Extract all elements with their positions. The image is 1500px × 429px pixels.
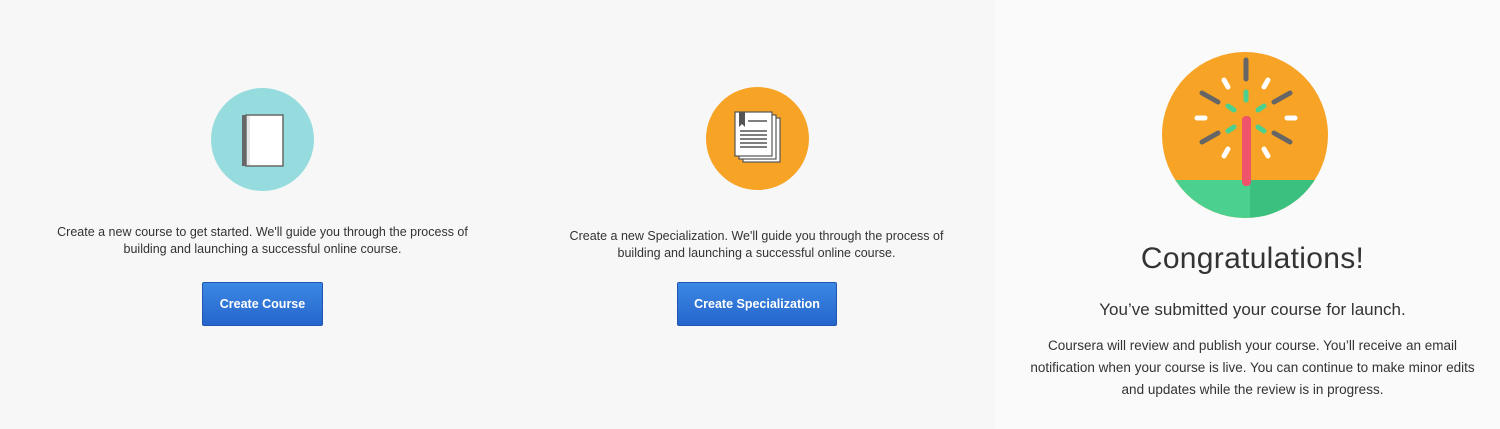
create-course-button[interactable]: Create Course	[202, 282, 323, 326]
book-icon	[211, 88, 314, 191]
congratulations-title: Congratulations!	[1140, 242, 1365, 275]
launch-firework-icon	[1162, 52, 1328, 218]
create-specialization-panel: Create a new Specialization. We'll guide…	[500, 0, 1013, 429]
create-specialization-button[interactable]: Create Specialization	[677, 282, 837, 326]
congratulations-panel: Congratulations! You’ve submitted your c…	[995, 0, 1500, 429]
create-course-description: Create a new course to get started. We'l…	[57, 225, 468, 256]
congratulations-subtitle: You’ve submitted your course for launch.	[1099, 300, 1406, 319]
create-specialization-description: Create a new Specialization. We'll guide…	[569, 229, 944, 260]
create-course-panel: Create a new course to get started. We'l…	[0, 0, 525, 429]
congratulations-body: Coursera will review and publish your co…	[1030, 338, 1475, 397]
documents-stack-icon	[706, 87, 809, 190]
